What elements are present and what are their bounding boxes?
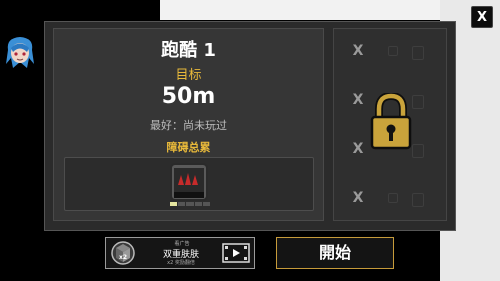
goal-value: 50m [161, 84, 216, 109]
best-record: 最好：尚未玩过 [150, 119, 227, 132]
slot-placeholder [412, 46, 424, 60]
level-title: 跑酷 1 [161, 40, 216, 61]
goal-label: 目标 [175, 68, 202, 83]
progress-dot [186, 202, 194, 206]
coin-multiplier-badge: x2 [118, 254, 128, 261]
close-button[interactable]: X [471, 6, 493, 28]
obstacle-label: 障碍总累 [166, 141, 211, 154]
locked-slot-mark: X [352, 141, 364, 157]
spike-obstacle-icon [170, 163, 208, 201]
video-ad-icon [222, 243, 250, 263]
locked-slot-mark: X [352, 92, 364, 108]
progress-dot [202, 202, 211, 206]
obstacle-progress [170, 202, 211, 206]
ad-button-caption: 看广告 [174, 241, 190, 247]
slot-placeholder [412, 95, 424, 109]
slot-placeholder [412, 144, 424, 158]
coin-x2-icon [111, 241, 135, 265]
progress-dot [170, 202, 178, 206]
ad-button-subtext: x2 奖励翻倍 [167, 260, 195, 266]
progress-dot [194, 202, 202, 206]
locked-slot-mark: X [352, 43, 364, 59]
slot-placeholder [412, 193, 424, 207]
progress-dot [178, 202, 186, 206]
avatar-icon [6, 37, 34, 68]
start-button[interactable]: 開始 [276, 237, 394, 269]
slot-placeholder [388, 46, 398, 56]
locked-slot-mark: X [352, 190, 364, 206]
padlock-icon [370, 93, 412, 150]
slot-placeholder [388, 193, 398, 203]
